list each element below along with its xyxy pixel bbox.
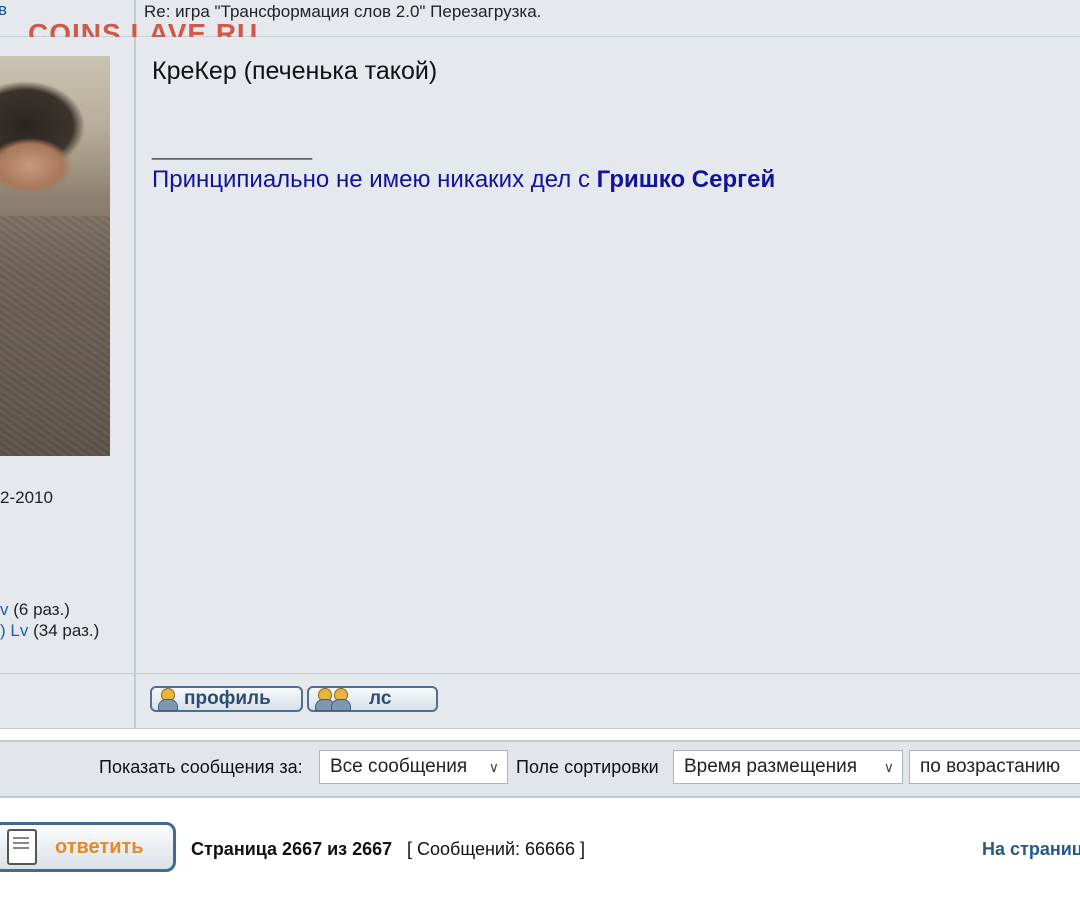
show-messages-label: Показать сообщения за: [99, 757, 303, 777]
thanks-count: (34 раз.) [33, 621, 100, 640]
sort-field-value: Время размещения [684, 756, 858, 777]
sort-field-select[interactable]: Время размещения ∨ [673, 750, 903, 784]
signature-phrase: Принципиально не имею никаких дел с [152, 166, 597, 193]
signature-text: Принципиально не имею никаких дел с Гриш… [152, 166, 775, 194]
users-icon [329, 687, 351, 711]
chevron-down-icon: ∨ [488, 758, 499, 775]
thanks-count: (6 раз.) [13, 600, 70, 619]
go-to-page-link[interactable]: На страниц [982, 839, 1080, 860]
author-name-link[interactable]: в [0, 0, 7, 20]
sort-order-value: по возрастанию [920, 756, 1061, 777]
private-message-button-label: лс [369, 688, 392, 709]
post-text: КреКер (печенька такой) [152, 57, 438, 85]
private-message-button[interactable]: лс [307, 686, 438, 712]
message-count: [ Сообщений: 66666 ] [407, 839, 586, 859]
post-body-panel [136, 37, 1080, 673]
document-icon [7, 829, 37, 865]
show-messages-select[interactable]: Все сообщения ∨ [319, 750, 508, 784]
user-icon [156, 687, 178, 711]
reply-button[interactable]: ответить [0, 822, 176, 872]
chevron-down-icon: ∨ [883, 758, 894, 775]
sort-field-label: Поле сортировки [516, 757, 659, 777]
thanks-received-line: ) Lv (34 раз.) [0, 621, 99, 641]
signature-name: Гришко Сергей [596, 166, 776, 193]
registration-date: 2-2010 [0, 488, 53, 507]
profile-button[interactable]: профиль [150, 686, 303, 712]
thanks-given-line: v (6 раз.) [0, 600, 70, 620]
author-actions-cell [0, 674, 136, 728]
thanks-level-link[interactable]: v [0, 600, 9, 619]
avatar [0, 56, 110, 456]
show-messages-value: Все сообщения [330, 756, 468, 777]
signature-separator: ________________ [152, 140, 313, 160]
sort-order-select[interactable]: по возрастанию [909, 750, 1080, 784]
profile-button-label: профиль [184, 688, 271, 709]
thanks-level-link[interactable]: ) Lv [0, 621, 28, 640]
reply-button-label: ответить [55, 835, 144, 858]
page-info: Страница 2667 из 2667 [191, 839, 393, 859]
